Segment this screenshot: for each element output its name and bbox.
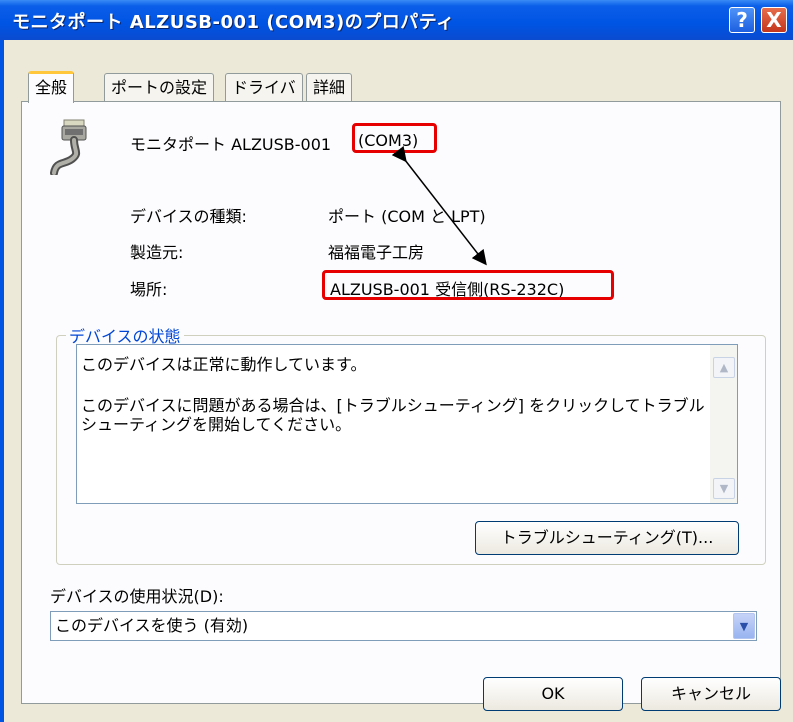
properties-window: モニタポート ALZUSB-001 (COM3)のプロパティ ? X 全般 ポー… — [0, 0, 793, 722]
device-usage-value: このデバイスを使う (有効) — [55, 616, 249, 635]
status-line-3: シューティングを開始してください。 — [81, 415, 352, 434]
device-usage-select[interactable]: このデバイスを使う (有効) — [50, 611, 757, 641]
cancel-button[interactable]: キャンセル — [641, 677, 781, 711]
device-status-textbox[interactable]: このデバイスは正常に動作しています。 このデバイスに問題がある場合は、[トラブル… — [76, 344, 738, 504]
ok-button[interactable]: OK — [483, 677, 623, 711]
scroll-up-icon[interactable]: ▲ — [713, 357, 735, 378]
scroll-down-icon[interactable]: ▼ — [713, 478, 735, 499]
dropdown-arrow-icon[interactable]: ▼ — [733, 613, 755, 639]
status-line-1: このデバイスは正常に動作しています。 — [81, 355, 367, 374]
device-usage-label: デバイスの使用状況(D): — [50, 587, 224, 606]
troubleshoot-button[interactable]: トラブルシューティング(T)... — [475, 521, 739, 555]
tab-general[interactable]: 全般 — [28, 71, 75, 103]
